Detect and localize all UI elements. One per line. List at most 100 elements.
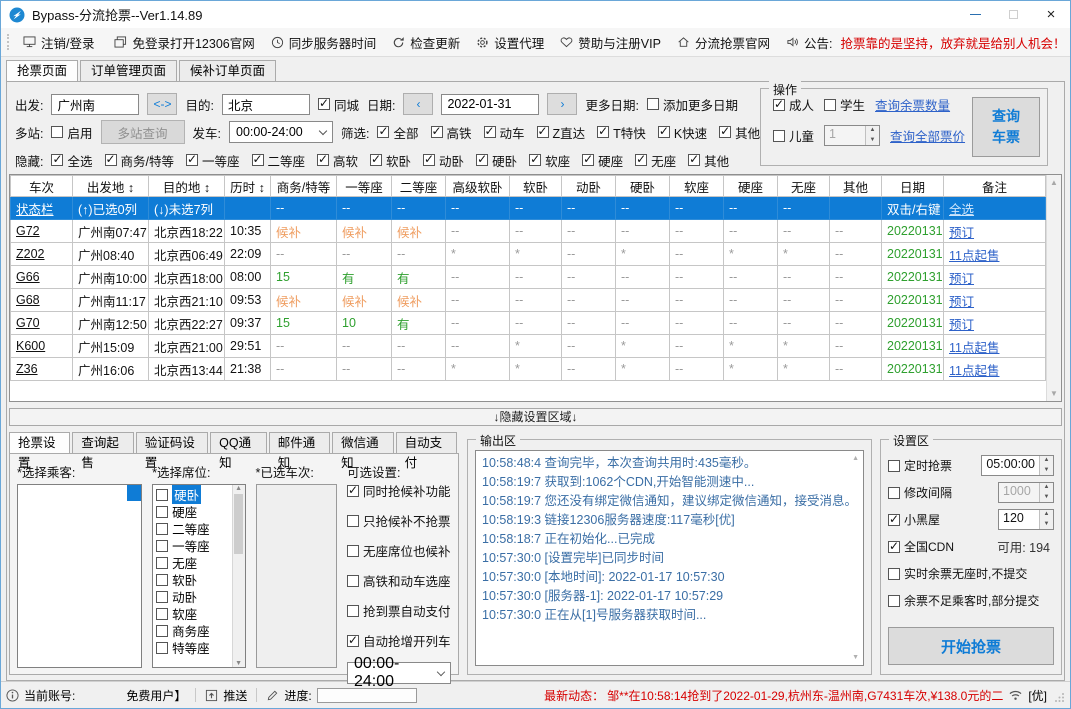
filter-3[interactable]: Z直达 — [537, 123, 586, 142]
hide-0-checkbox[interactable] — [51, 154, 63, 166]
tab-waitlist-order-page[interactable]: 候补订单页面 — [179, 60, 276, 81]
tab-wechat-notify[interactable]: 微信通知 — [332, 432, 393, 453]
hide-2[interactable]: 一等座 — [186, 151, 240, 170]
from-input[interactable]: 广州南 — [51, 94, 139, 115]
column-header-7[interactable]: 高级软卧 — [446, 176, 510, 197]
spin-down-icon[interactable]: ▼ — [1040, 466, 1053, 476]
hide-7-checkbox[interactable] — [476, 154, 488, 166]
filter-0-checkbox[interactable] — [377, 126, 389, 138]
swap-stations-button[interactable]: <-> — [147, 93, 177, 115]
filter-6-checkbox[interactable] — [719, 126, 731, 138]
child-checkbox[interactable] — [773, 130, 785, 142]
setting-2-spinbox[interactable]: 120▲▼ — [998, 509, 1054, 530]
spin-down-icon[interactable]: ▼ — [1040, 493, 1053, 503]
seat-item-4-checkbox[interactable] — [156, 557, 168, 569]
action-link[interactable]: 11点起售 — [944, 243, 1046, 266]
scroll-up-icon[interactable]: ▲ — [852, 455, 859, 462]
hide-4-checkbox[interactable] — [317, 154, 329, 166]
train-number-link[interactable]: K600 — [11, 335, 73, 358]
train-number-link[interactable]: G72 — [11, 220, 73, 243]
seat-listbox[interactable]: 硬卧硬座二等座一等座无座软卧动卧软座商务座特等座 ▲ ▼ — [152, 484, 245, 668]
seat-item-1[interactable]: 硬座 — [153, 503, 230, 520]
depart-time-select[interactable]: 00:00-24:00 — [229, 121, 333, 143]
setting-5[interactable]: 余票不足乘客时,部分提交 — [888, 592, 1054, 609]
toolbar-sync-server-time[interactable]: 同步服务器时间 — [263, 33, 385, 52]
filter-4[interactable]: T特快 — [597, 123, 646, 142]
hide-6[interactable]: 动卧 — [423, 151, 464, 170]
push-label[interactable]: 推送 — [223, 687, 247, 704]
seat-item-6[interactable]: 动卧 — [153, 588, 230, 605]
column-header-15[interactable]: 日期 — [882, 176, 944, 197]
hide-9[interactable]: 硬座 — [582, 151, 623, 170]
hide-5[interactable]: 软卧 — [370, 151, 411, 170]
column-header-4[interactable]: 商务/特等 — [271, 176, 337, 197]
setting-2-spinner[interactable]: ▲▼ — [1039, 510, 1053, 529]
add-more-dates[interactable]: 添加更多日期 — [647, 95, 738, 114]
toolbar-set-proxy[interactable]: 设置代理 — [468, 33, 552, 52]
hide-10-checkbox[interactable] — [635, 154, 647, 166]
adult-checkbox[interactable] — [773, 99, 785, 111]
table-scrollbar[interactable]: ▲ ▼ — [1046, 175, 1061, 401]
column-header-11[interactable]: 软座 — [670, 176, 724, 197]
grab-option-1-checkbox[interactable] — [347, 515, 359, 527]
minimize-button[interactable] — [956, 1, 994, 28]
setting-1-checkbox[interactable] — [888, 487, 900, 499]
add-more-dates-checkbox[interactable] — [647, 98, 659, 110]
query-price-link[interactable]: 查询全部票价 — [890, 126, 965, 145]
filter-2-checkbox[interactable] — [484, 126, 496, 138]
hide-8[interactable]: 软座 — [529, 151, 570, 170]
tab-order-manage-page[interactable]: 订单管理页面 — [80, 60, 177, 81]
hide-7[interactable]: 硬卧 — [476, 151, 517, 170]
output-log[interactable]: 10:58:48:4 查询完毕，本次查询共用时:435毫秒。10:58:19:7… — [475, 450, 864, 666]
seat-item-1-checkbox[interactable] — [156, 506, 168, 518]
hide-9-checkbox[interactable] — [582, 154, 594, 166]
setting-1-spinbox[interactable]: 1000▲▼ — [998, 482, 1054, 503]
hide-5-checkbox[interactable] — [370, 154, 382, 166]
multi-station-enable[interactable]: 启用 — [51, 123, 92, 142]
child-count-spinner[interactable]: ▲▼ — [865, 126, 879, 145]
scroll-up-icon[interactable]: ▲ — [235, 485, 242, 492]
tab-qq-notify[interactable]: QQ通知 — [210, 432, 267, 453]
column-header-9[interactable]: 动卧 — [562, 176, 616, 197]
scroll-down-icon[interactable]: ▼ — [235, 660, 242, 667]
scroll-down-icon[interactable]: ▼ — [852, 654, 859, 661]
setting-3[interactable]: 全国CDN — [888, 538, 997, 555]
train-number-link[interactable]: G66 — [11, 266, 73, 289]
spin-up-icon[interactable]: ▲ — [1040, 510, 1053, 520]
tab-sale-time-query[interactable]: 查询起售 — [72, 432, 133, 453]
toolbar-check-update[interactable]: 检查更新 — [384, 33, 468, 52]
seat-item-3[interactable]: 一等座 — [153, 537, 230, 554]
toolbar-announcement[interactable]: 公告: — [778, 33, 840, 52]
start-grab-button[interactable]: 开始抢票 — [888, 627, 1054, 665]
seat-item-7-checkbox[interactable] — [156, 608, 168, 620]
setting-4-checkbox[interactable] — [888, 568, 900, 580]
train-row[interactable]: K600广州15:09北京西21:0029:51--------*--*--**… — [11, 335, 1046, 358]
action-link[interactable]: 预订 — [944, 220, 1046, 243]
grab-option-4[interactable]: 抢到票自动支付 — [347, 601, 451, 620]
column-header-13[interactable]: 无座 — [778, 176, 830, 197]
grab-option-2[interactable]: 无座席位也候补 — [347, 541, 451, 560]
toolbar-grip[interactable] — [7, 34, 9, 50]
student[interactable]: 学生 — [824, 95, 865, 114]
hide-10[interactable]: 无座 — [635, 151, 676, 170]
hide-6-checkbox[interactable] — [423, 154, 435, 166]
hide-0[interactable]: 全选 — [51, 151, 92, 170]
date-next-button[interactable]: › — [547, 93, 577, 115]
toolbar-sponsor-vip[interactable]: 赞助与注册VIP — [552, 33, 669, 52]
tab-grab-page[interactable]: 抢票页面 — [6, 60, 78, 81]
seat-item-6-checkbox[interactable] — [156, 591, 168, 603]
date-prev-button[interactable]: ‹ — [403, 93, 433, 115]
same-city-checkbox[interactable] — [318, 98, 330, 110]
hide-settings-divider[interactable]: ↓隐藏设置区域↓ — [9, 408, 1062, 426]
to-input[interactable]: 北京 — [222, 94, 310, 115]
spin-up-icon[interactable]: ▲ — [866, 126, 879, 136]
hide-11[interactable]: 其他 — [688, 151, 729, 170]
filter-0[interactable]: 全部 — [377, 123, 418, 142]
child[interactable]: 儿童 — [773, 126, 814, 145]
column-header-1[interactable]: 出发地 ↕ — [73, 176, 149, 197]
train-number-link[interactable]: Z202 — [11, 243, 73, 266]
seat-item-9-checkbox[interactable] — [156, 642, 168, 654]
grab-option-0-checkbox[interactable] — [347, 485, 359, 497]
train-row[interactable]: G68广州南11:17北京西21:1009:53候补候补候补----------… — [11, 289, 1046, 312]
spin-down-icon[interactable]: ▼ — [1040, 520, 1053, 530]
